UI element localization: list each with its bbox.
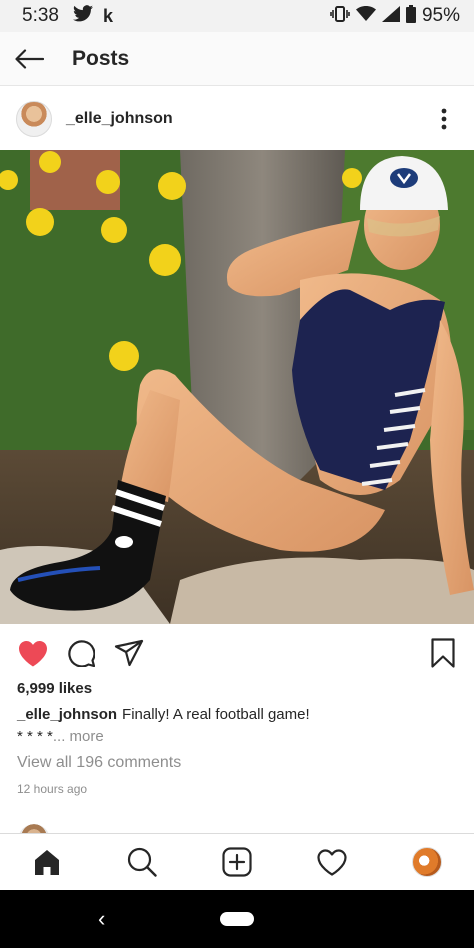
caption-stars: * * * * xyxy=(17,728,53,745)
more-link[interactable]: ... more xyxy=(53,728,104,745)
twitter-icon xyxy=(72,5,93,27)
caption-username[interactable]: _elle_johnson xyxy=(17,706,117,723)
battery-percent: 95% xyxy=(421,5,460,26)
add-icon xyxy=(222,847,252,877)
home-icon xyxy=(35,850,60,875)
nav-new-post[interactable] xyxy=(213,838,261,886)
system-nav-bar: ‹ xyxy=(0,890,474,948)
nav-profile[interactable] xyxy=(403,838,451,886)
post-photo-illustration xyxy=(0,150,474,624)
nav-search[interactable] xyxy=(118,838,166,886)
bottom-nav xyxy=(0,833,474,890)
like-button[interactable] xyxy=(14,634,52,672)
send-icon xyxy=(114,639,144,667)
comment-icon xyxy=(68,640,95,667)
bookmark-icon xyxy=(431,638,455,668)
view-all-comments-link[interactable]: View all 196 comments xyxy=(17,754,181,772)
wifi-icon xyxy=(355,5,376,27)
post-timestamp: 12 hours ago xyxy=(17,782,88,796)
top-bar: Posts xyxy=(0,32,474,86)
status-time: 5:38 xyxy=(22,5,59,26)
post-actions xyxy=(0,630,474,676)
avatar[interactable] xyxy=(16,101,52,137)
status-bar: 5:38 k 95% xyxy=(0,0,474,32)
comment-button[interactable] xyxy=(62,634,100,672)
post-username[interactable]: _elle_johnson xyxy=(66,110,173,128)
page-title: Posts xyxy=(72,46,130,70)
system-home-pill[interactable] xyxy=(220,912,254,926)
caption-continued: * * * *... more xyxy=(17,728,104,745)
back-arrow-icon xyxy=(15,48,44,69)
share-button[interactable] xyxy=(110,634,148,672)
caption: _elle_johnson Finally! A real football ga… xyxy=(17,705,457,725)
heart-icon xyxy=(317,848,347,876)
nav-home[interactable] xyxy=(23,838,71,886)
like-count[interactable]: 6,999 likes xyxy=(17,680,92,697)
caption-text: Finally! A real football game! xyxy=(122,706,310,723)
vibrate-icon xyxy=(330,5,350,27)
battery-icon xyxy=(405,4,416,28)
system-back-icon[interactable]: ‹ xyxy=(98,906,105,932)
post-photo[interactable] xyxy=(0,150,474,624)
search-icon xyxy=(128,847,157,877)
status-right-group: 95% xyxy=(330,4,460,28)
more-options-button[interactable] xyxy=(422,97,466,141)
nav-activity[interactable] xyxy=(308,838,356,886)
save-button[interactable] xyxy=(424,634,462,672)
profile-avatar xyxy=(411,847,442,877)
k-icon: k xyxy=(102,5,113,26)
more-vertical-icon xyxy=(441,108,447,130)
post-header: _elle_johnson xyxy=(0,92,474,146)
back-button[interactable] xyxy=(0,32,58,86)
signal-icon xyxy=(381,5,400,27)
heart-filled-icon xyxy=(19,640,47,666)
